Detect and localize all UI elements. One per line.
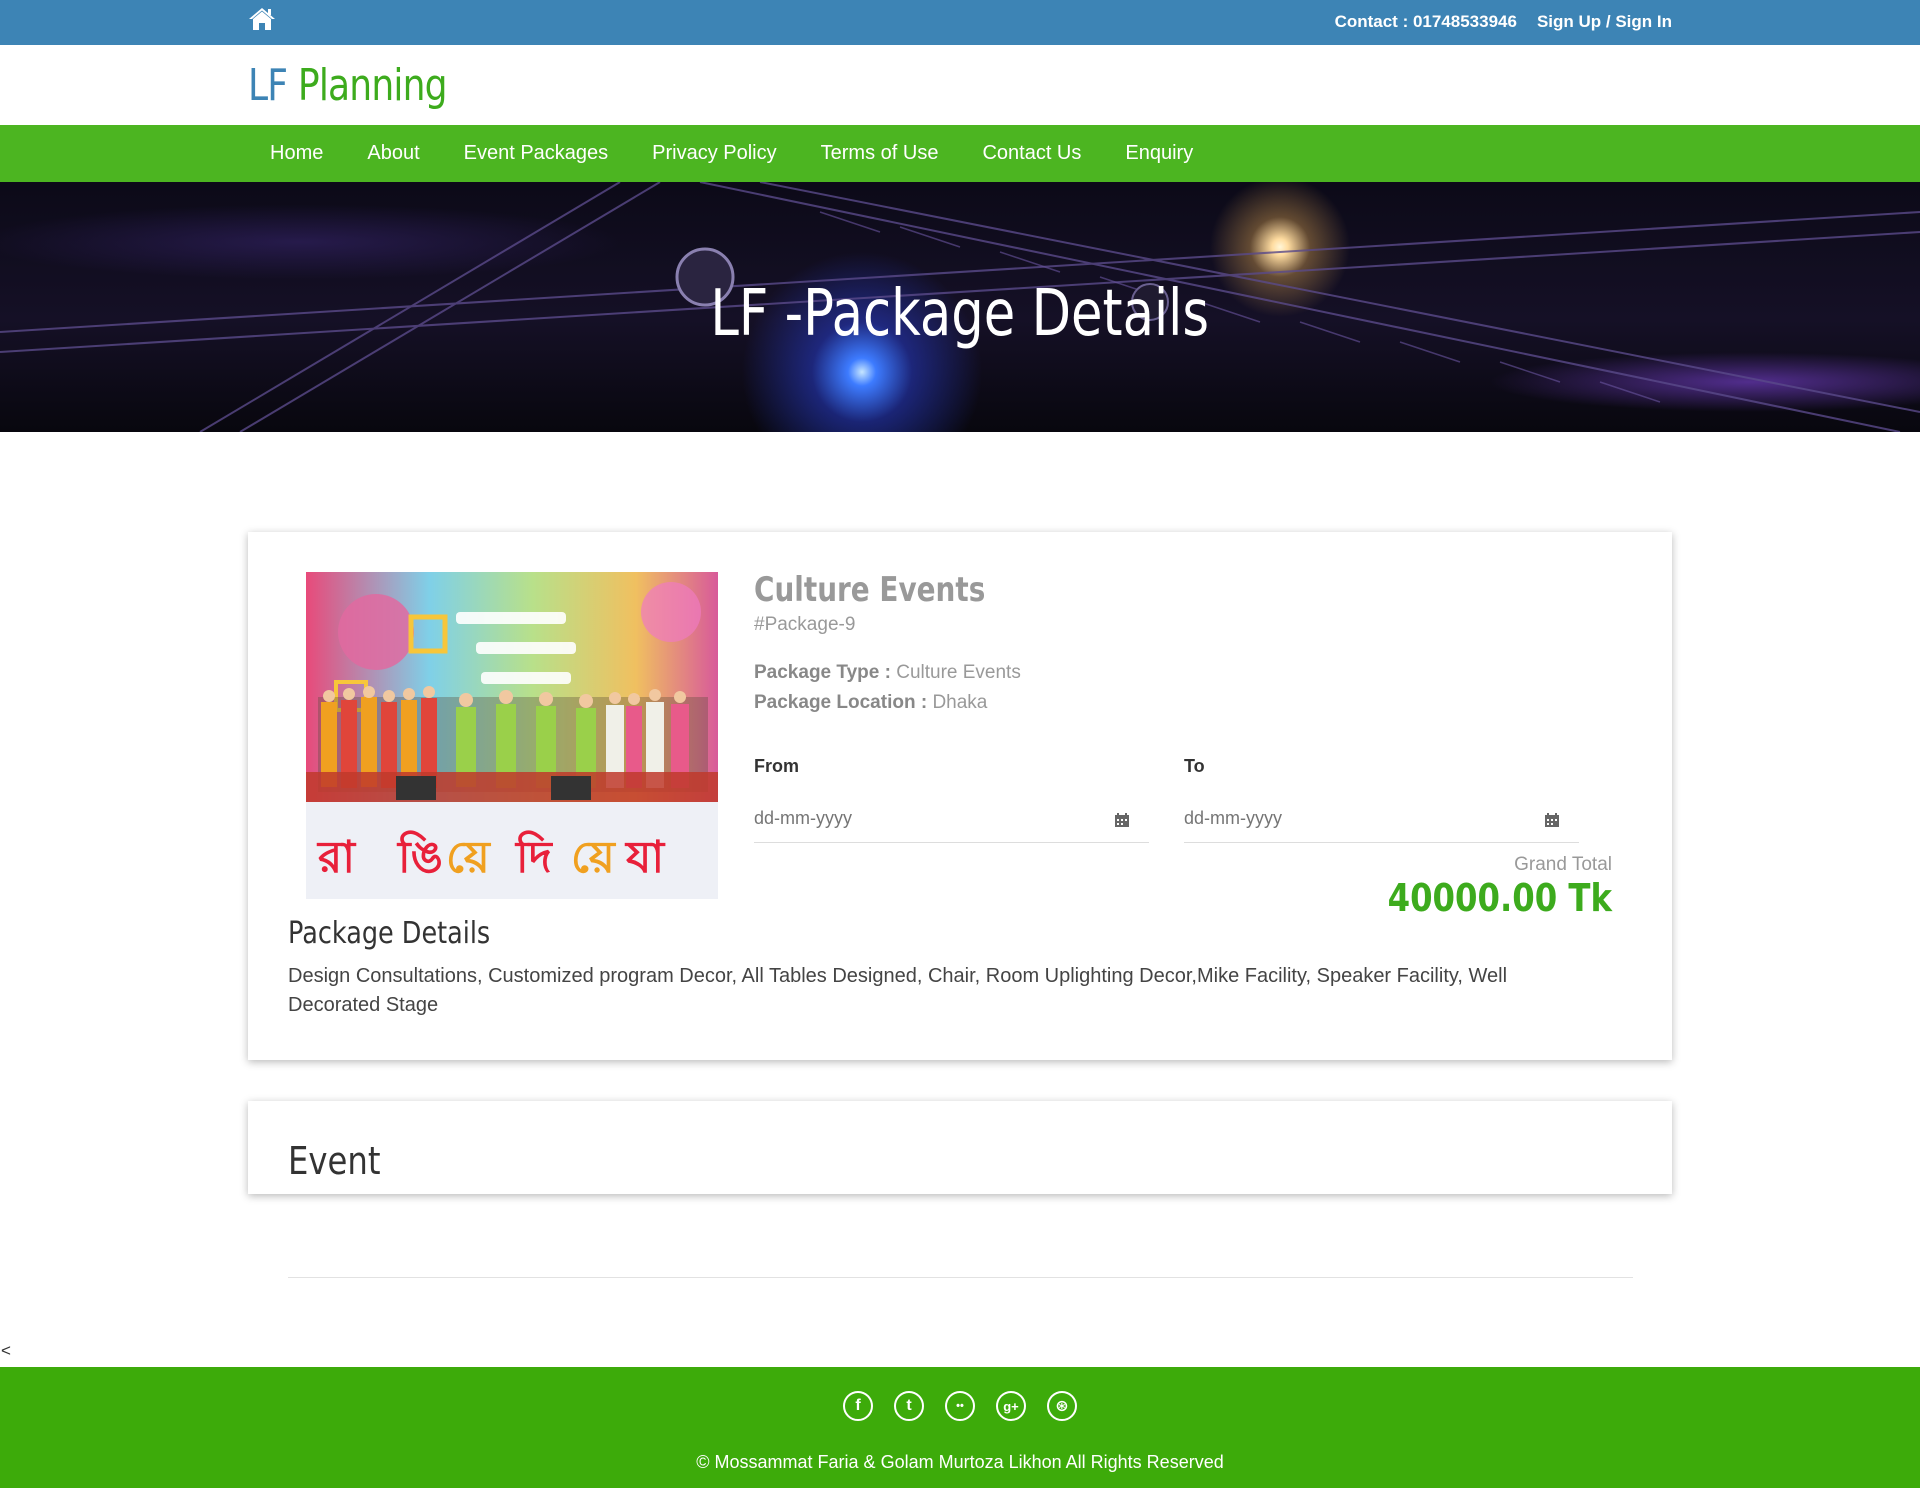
stray-text: < bbox=[1, 1341, 11, 1360]
grand-total-value: 40000.00 Tk bbox=[1387, 876, 1612, 920]
from-label: From bbox=[754, 756, 799, 776]
site-logo[interactable]: LF Planning bbox=[248, 60, 448, 111]
to-date-input[interactable] bbox=[1184, 794, 1579, 843]
package-card: রা ঙি য়ে দি য়ে যা Culture Events #Pack… bbox=[248, 532, 1672, 1060]
main-nav: Home About Event Packages Privacy Policy… bbox=[0, 125, 1920, 182]
svg-text:ঙি: ঙি bbox=[396, 830, 443, 883]
event-card: Event bbox=[248, 1101, 1672, 1194]
nav-event-packages[interactable]: Event Packages bbox=[442, 125, 631, 182]
package-type-label: Package Type : bbox=[754, 662, 891, 683]
grand-total-label: Grand Total bbox=[1514, 854, 1612, 875]
logo-part-2: Planning bbox=[297, 60, 448, 111]
nav-about[interactable]: About bbox=[345, 125, 441, 182]
flickr-icon[interactable]: •• bbox=[945, 1391, 975, 1421]
package-type-value: Culture Events bbox=[896, 662, 1021, 683]
svg-text:য়ে: য়ে bbox=[571, 832, 617, 883]
nav-privacy-policy[interactable]: Privacy Policy bbox=[630, 125, 798, 182]
hero-title: LF -Package Details bbox=[710, 277, 1210, 351]
social-links: f t •• g+ ⊛ bbox=[0, 1391, 1920, 1421]
calendar-icon[interactable] bbox=[1114, 812, 1130, 828]
svg-text:দি: দি bbox=[514, 830, 554, 883]
nav-contact-us[interactable]: Contact Us bbox=[960, 125, 1103, 182]
top-bar: Contact : 01748533946 Sign Up / Sign In bbox=[0, 0, 1920, 45]
divider bbox=[288, 1277, 1633, 1278]
sign-in-link[interactable]: Sign Up / Sign In bbox=[1537, 12, 1672, 32]
package-image: রা ঙি য়ে দি য়ে যা bbox=[306, 572, 718, 899]
package-location-value: Dhaka bbox=[932, 692, 988, 713]
package-location-row: Package Location : Dhaka bbox=[754, 692, 987, 714]
calendar-icon[interactable] bbox=[1544, 812, 1560, 828]
package-details-text: Design Consultations, Customized program… bbox=[288, 965, 1508, 1016]
nav-enquiry[interactable]: Enquiry bbox=[1103, 125, 1215, 182]
svg-text:রা: রা bbox=[316, 832, 357, 883]
twitter-icon[interactable]: t bbox=[894, 1391, 924, 1421]
top-bar-links: Contact : 01748533946 Sign Up / Sign In bbox=[1335, 12, 1672, 32]
home-icon[interactable] bbox=[248, 6, 276, 32]
package-details-heading: Package Details bbox=[288, 916, 491, 951]
to-label: To bbox=[1184, 756, 1205, 776]
contact-text: Contact : 01748533946 bbox=[1334, 12, 1517, 31]
package-location-label: Package Location : bbox=[754, 692, 928, 713]
from-date-input[interactable] bbox=[754, 794, 1149, 843]
hero-banner: LF -Package Details bbox=[0, 182, 1920, 432]
dribbble-icon[interactable]: ⊛ bbox=[1047, 1391, 1077, 1421]
google-plus-icon[interactable]: g+ bbox=[996, 1391, 1026, 1421]
copyright-text: © Mossammat Faria & Golam Murtoza Likhon… bbox=[696, 1452, 1224, 1472]
svg-text:য়ে: য়ে bbox=[446, 832, 492, 883]
nav-terms-of-use[interactable]: Terms of Use bbox=[799, 125, 961, 182]
footer: f t •• g+ ⊛ © Mossammat Faria & Golam Mu… bbox=[0, 1367, 1920, 1488]
facebook-icon[interactable]: f bbox=[843, 1391, 873, 1421]
package-title: Culture Events bbox=[754, 570, 986, 610]
event-heading: Event bbox=[288, 1139, 381, 1183]
package-id: #Package-9 bbox=[754, 614, 856, 635]
package-type-row: Package Type : Culture Events bbox=[754, 662, 1021, 684]
nav-home[interactable]: Home bbox=[248, 125, 345, 182]
logo-part-1: LF bbox=[248, 60, 288, 111]
svg-text:যা: যা bbox=[624, 832, 666, 883]
